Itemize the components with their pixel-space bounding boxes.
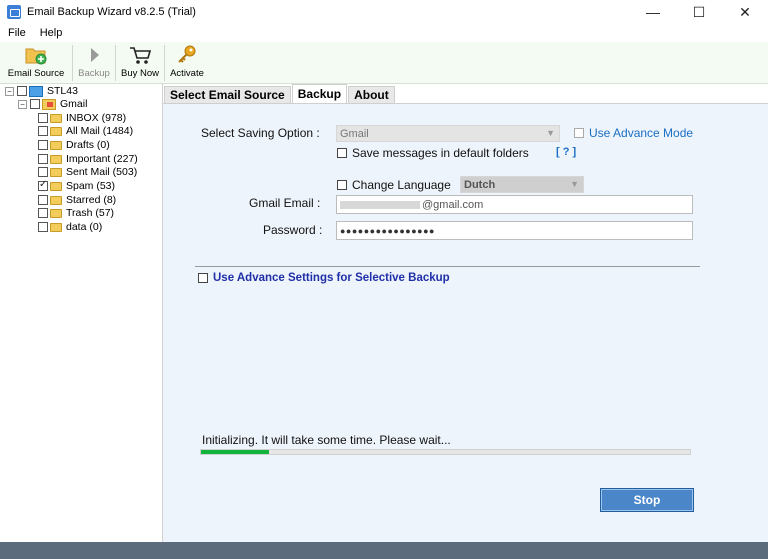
tree-root[interactable]: − STL43: [5, 84, 78, 98]
status-text: Initializing. It will take some time. Pl…: [202, 433, 451, 447]
tree-checkbox[interactable]: [17, 86, 27, 96]
tree-folder[interactable]: Spam (53): [38, 179, 115, 193]
language-select[interactable]: Dutch ▼: [460, 176, 584, 193]
maximize-button[interactable]: ☐: [676, 0, 722, 24]
folder-add-icon: [24, 44, 48, 66]
advance-mode-option[interactable]: Use Advance Mode: [574, 126, 693, 140]
backup-content: Select Saving Option : Gmail ▼ Use Advan…: [163, 103, 768, 542]
tab-about[interactable]: About: [348, 86, 395, 103]
password-input[interactable]: ●●●●●●●●●●●●●●●●: [336, 221, 693, 240]
chevron-down-icon: ▼: [570, 179, 579, 189]
tree-account[interactable]: − Gmail: [18, 97, 87, 111]
tree-checkbox[interactable]: [38, 195, 48, 205]
stop-button[interactable]: Stop: [600, 488, 694, 512]
tree-folder[interactable]: All Mail (1484): [38, 124, 133, 138]
window-controls: — ☐ ✕: [630, 0, 768, 24]
tab-select-email-source[interactable]: Select Email Source: [164, 86, 291, 103]
menu-file[interactable]: File: [2, 27, 32, 39]
tree-folder[interactable]: INBOX (978): [38, 111, 126, 125]
play-icon: [82, 44, 106, 66]
saving-option-label: Select Saving Option :: [201, 126, 320, 140]
change-language-checkbox[interactable]: [337, 180, 347, 190]
gmail-email-input[interactable]: @gmail.com: [336, 195, 693, 214]
advance-settings-option[interactable]: Use Advance Settings for Selective Backu…: [198, 272, 450, 284]
tree-folder[interactable]: Important (227): [38, 152, 138, 166]
progress-bar: [200, 449, 691, 455]
backup-button[interactable]: Backup: [73, 42, 115, 84]
gmail-email-label: Gmail Email :: [249, 196, 321, 210]
folder-icon: [50, 126, 62, 136]
change-language-option[interactable]: Change Language: [337, 178, 451, 192]
folder-icon: [50, 222, 62, 232]
folder-icon: [50, 195, 62, 205]
toolbar: Email Source Backup Buy Now Activate: [0, 42, 768, 84]
folder-icon: [50, 208, 62, 218]
tree-checkbox[interactable]: [38, 154, 48, 164]
tree-folder[interactable]: Starred (8): [38, 193, 116, 207]
buy-now-button[interactable]: Buy Now: [116, 42, 164, 84]
key-icon: [175, 44, 199, 66]
tree-checkbox[interactable]: [38, 222, 48, 232]
activate-button[interactable]: Activate: [165, 42, 209, 84]
password-label: Password :: [263, 223, 323, 237]
default-folders-checkbox[interactable]: [337, 148, 347, 158]
folder-tree: − STL43 − Gmail INBOX (978) All Mail (14…: [0, 84, 163, 542]
tree-checkbox[interactable]: [38, 179, 48, 191]
collapse-icon[interactable]: −: [5, 86, 14, 96]
folder-icon: [50, 181, 62, 191]
main-panel: Select Email Source Backup About Select …: [163, 84, 768, 542]
advance-settings-checkbox[interactable]: [198, 273, 208, 283]
cart-icon: [128, 44, 152, 66]
mailbox-icon: [42, 98, 56, 110]
title-bar: Email Backup Wizard v8.2.5 (Trial) — ☐ ✕: [0, 0, 768, 24]
minimize-button[interactable]: —: [630, 0, 676, 24]
tree-checkbox[interactable]: [38, 208, 48, 218]
app-icon: [7, 5, 21, 19]
close-button[interactable]: ✕: [722, 0, 768, 24]
tree-checkbox[interactable]: [30, 99, 40, 109]
tab-strip: Select Email Source Backup About: [163, 84, 768, 103]
tree-folder[interactable]: Sent Mail (503): [38, 165, 137, 179]
email-source-button[interactable]: Email Source: [0, 42, 72, 84]
divider: [195, 266, 700, 267]
progress-fill: [201, 450, 270, 454]
tree-folder[interactable]: Trash (57): [38, 206, 114, 220]
folder-icon: [50, 154, 62, 164]
chevron-down-icon: ▼: [546, 128, 555, 138]
default-folders-option[interactable]: Save messages in default folders: [337, 146, 529, 160]
tree-checkbox[interactable]: [38, 126, 48, 136]
collapse-icon[interactable]: −: [18, 99, 27, 109]
folder-icon: [50, 167, 62, 177]
tree-checkbox[interactable]: [38, 167, 48, 177]
advance-mode-checkbox[interactable]: [574, 128, 584, 138]
computer-icon: [29, 85, 43, 97]
redacted-text: [340, 200, 420, 209]
saving-option-select[interactable]: Gmail ▼: [336, 125, 560, 142]
menu-help[interactable]: Help: [34, 27, 69, 39]
tree-folder[interactable]: Drafts (0): [38, 138, 110, 152]
window-title: Email Backup Wizard v8.2.5 (Trial): [27, 6, 196, 18]
menu-bar: File Help: [0, 24, 768, 42]
tree-checkbox[interactable]: [38, 140, 48, 150]
tree-checkbox[interactable]: [38, 113, 48, 123]
status-bar: [0, 542, 768, 559]
folder-icon: [50, 113, 62, 123]
help-link[interactable]: [ ? ]: [556, 146, 576, 158]
tab-backup[interactable]: Backup: [291, 84, 348, 103]
tree-folder[interactable]: data (0): [38, 220, 102, 234]
folder-icon: [50, 140, 62, 150]
